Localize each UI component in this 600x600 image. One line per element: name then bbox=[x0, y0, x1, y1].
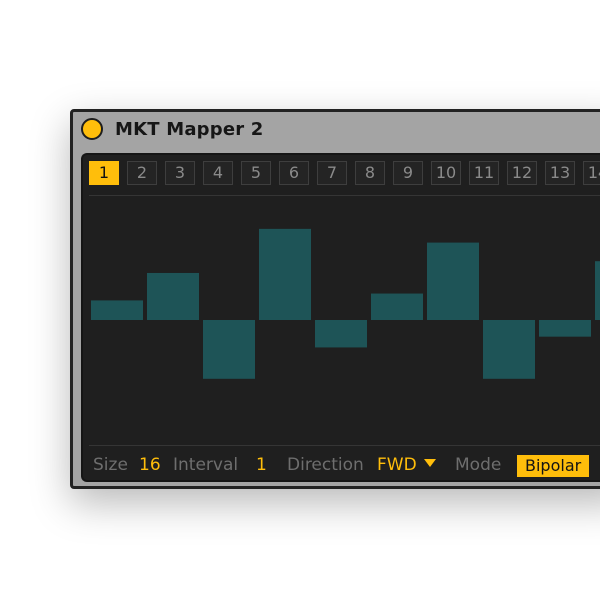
step-bar-3[interactable] bbox=[203, 320, 255, 379]
step-button-7[interactable]: 7 bbox=[317, 161, 347, 185]
step-button-8[interactable]: 8 bbox=[355, 161, 385, 185]
step-bar-8[interactable] bbox=[483, 320, 535, 379]
step-button-9[interactable]: 9 bbox=[393, 161, 423, 185]
direction-label: Direction bbox=[287, 455, 364, 475]
step-button-1[interactable]: 1 bbox=[89, 161, 119, 185]
direction-value: FWD bbox=[377, 455, 417, 475]
device-panel: MKT Mapper 2 1234567891011121314 Size 16… bbox=[70, 109, 600, 489]
step-bar-2[interactable] bbox=[147, 272, 199, 320]
size-value[interactable]: 16 bbox=[139, 451, 161, 479]
step-value-graph[interactable] bbox=[83, 196, 600, 445]
step-button-3[interactable]: 3 bbox=[165, 161, 195, 185]
chevron-down-icon bbox=[423, 459, 436, 467]
step-button-2[interactable]: 2 bbox=[127, 161, 157, 185]
step-selector: 1234567891011121314 bbox=[89, 161, 600, 185]
step-bar-5[interactable] bbox=[315, 320, 367, 348]
power-icon[interactable] bbox=[81, 118, 103, 140]
step-button-12[interactable]: 12 bbox=[507, 161, 537, 185]
interval-value[interactable]: 1 bbox=[256, 451, 267, 479]
mode-button[interactable]: Bipolar bbox=[517, 455, 590, 477]
step-bar-7[interactable] bbox=[427, 242, 479, 320]
step-button-10[interactable]: 10 bbox=[431, 161, 461, 185]
direction-dropdown[interactable]: FWD bbox=[377, 451, 436, 479]
step-button-4[interactable]: 4 bbox=[203, 161, 233, 185]
device-body: 1234567891011121314 Size 16 Interval 1 D… bbox=[81, 153, 600, 482]
mode-label: Mode bbox=[455, 455, 502, 475]
step-bar-1[interactable] bbox=[91, 300, 143, 320]
device-title: MKT Mapper 2 bbox=[115, 119, 264, 140]
divider bbox=[89, 445, 600, 446]
step-button-13[interactable]: 13 bbox=[545, 161, 575, 185]
step-button-11[interactable]: 11 bbox=[469, 161, 499, 185]
step-bar-4[interactable] bbox=[259, 228, 311, 320]
step-bar-6[interactable] bbox=[371, 293, 423, 320]
step-button-5[interactable]: 5 bbox=[241, 161, 271, 185]
step-bar-10[interactable] bbox=[595, 261, 600, 320]
device-title-bar[interactable]: MKT Mapper 2 bbox=[73, 112, 600, 152]
step-button-6[interactable]: 6 bbox=[279, 161, 309, 185]
step-button-14[interactable]: 14 bbox=[583, 161, 600, 185]
step-bar-9[interactable] bbox=[539, 320, 591, 337]
size-label: Size bbox=[93, 455, 128, 475]
interval-label: Interval bbox=[173, 455, 239, 475]
